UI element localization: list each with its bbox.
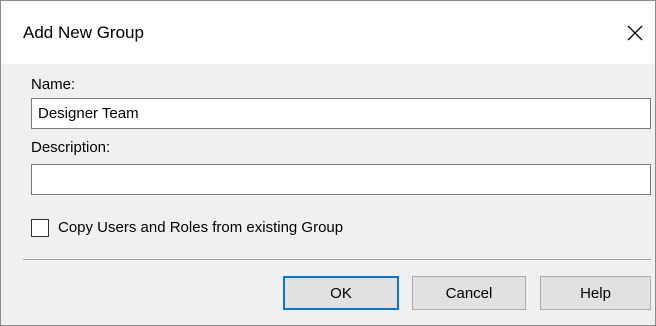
copy-users-roles-label[interactable]: Copy Users and Roles from existing Group xyxy=(58,219,343,237)
cancel-button[interactable]: Cancel xyxy=(412,276,526,310)
help-button[interactable]: Help xyxy=(540,276,651,310)
close-button[interactable] xyxy=(621,19,649,47)
button-separator xyxy=(23,259,651,261)
description-label: Description: xyxy=(31,139,111,156)
name-input[interactable] xyxy=(31,98,651,129)
ok-button[interactable]: OK xyxy=(283,276,399,310)
copy-users-roles-checkbox[interactable] xyxy=(31,219,49,237)
description-input[interactable] xyxy=(31,164,651,195)
add-new-group-dialog: Add New Group Name: Description: Copy Us… xyxy=(0,0,656,326)
dialog-titlebar: Add New Group xyxy=(1,1,655,64)
dialog-title: Add New Group xyxy=(23,23,144,42)
name-label: Name: xyxy=(31,76,76,93)
close-icon xyxy=(627,25,643,41)
